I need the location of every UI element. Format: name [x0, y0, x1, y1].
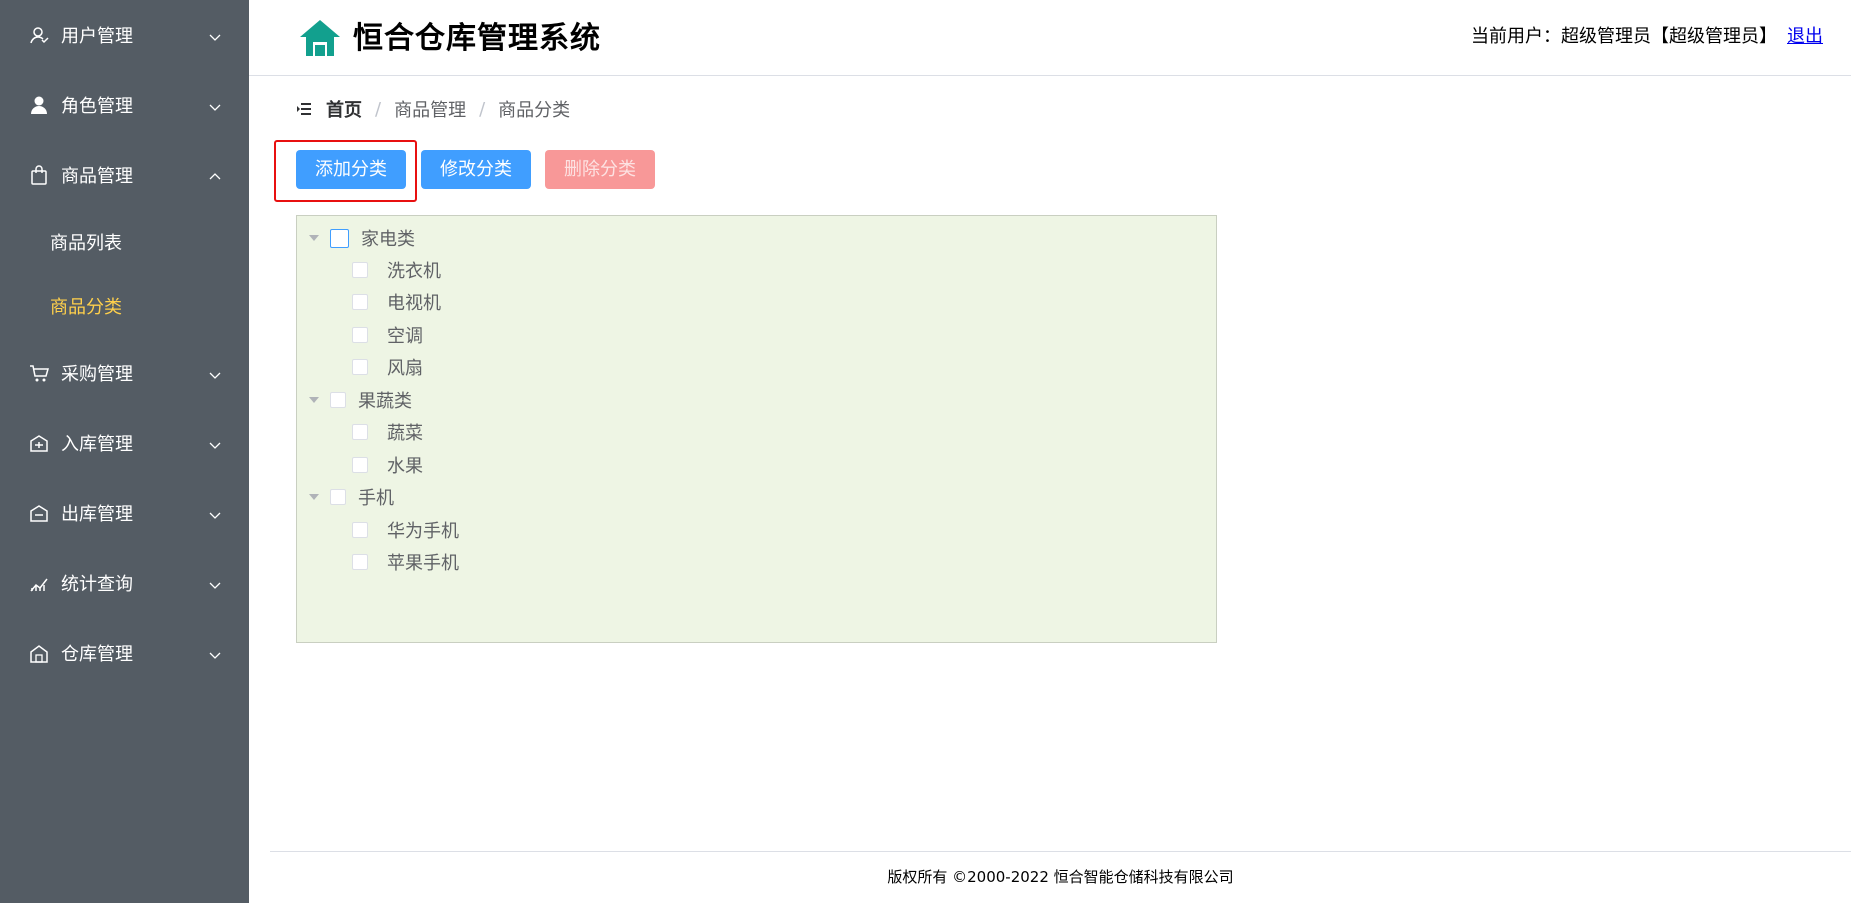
- tree-checkbox[interactable]: [352, 294, 368, 310]
- breadcrumb: 首页 / 商品管理 / 商品分类: [296, 96, 570, 122]
- person-icon: [29, 95, 49, 115]
- tree-checkbox[interactable]: [352, 359, 368, 375]
- sidebar-item-user-management[interactable]: 用户管理: [0, 0, 249, 70]
- tree-node-leaf[interactable]: 水果: [352, 452, 423, 478]
- footer-divider: [270, 851, 1851, 852]
- tree-node-label: 空调: [387, 326, 423, 347]
- sidebar-item-stock-in-management[interactable]: 入库管理: [0, 408, 249, 478]
- delete-category-button[interactable]: 删除分类: [545, 150, 655, 189]
- sidebar-item-warehouse-management[interactable]: 仓库管理: [0, 618, 249, 688]
- chevron-up-icon: [208, 168, 222, 182]
- tree-checkbox[interactable]: [352, 522, 368, 538]
- chevron-down-icon: [208, 646, 222, 660]
- logout-link[interactable]: 退出: [1787, 26, 1823, 47]
- tree-checkbox[interactable]: [330, 228, 349, 248]
- breadcrumb-separator: /: [479, 98, 486, 120]
- tree-node-group[interactable]: 果蔬类: [309, 387, 412, 413]
- menu-fold-icon[interactable]: [296, 102, 312, 116]
- tree-node-label: 电视机: [387, 293, 441, 314]
- tree-node-leaf[interactable]: 苹果手机: [352, 549, 459, 575]
- tree-checkbox[interactable]: [330, 392, 346, 408]
- tree-checkbox[interactable]: [352, 424, 368, 440]
- sidebar-item-label: 角色管理: [61, 96, 133, 117]
- tree-checkbox[interactable]: [352, 457, 368, 473]
- sidebar-item-role-management[interactable]: 角色管理: [0, 70, 249, 140]
- tree-node-label: 果蔬类: [358, 391, 412, 412]
- sidebar-item-label: 入库管理: [61, 434, 133, 455]
- chevron-down-icon: [208, 576, 222, 590]
- category-tree: 家电类 洗衣机 电视机 空调 风扇 果蔬类 蔬菜 水果 手机 华为手机 苹果手机: [296, 215, 1217, 643]
- tree-node-group[interactable]: 手机: [309, 484, 394, 510]
- sidebar-item-label: 出库管理: [61, 504, 133, 525]
- sidebar-item-label: 统计查询: [61, 574, 133, 595]
- cart-icon: [29, 363, 49, 383]
- tree-checkbox[interactable]: [330, 489, 346, 505]
- breadcrumb-current: 商品分类: [498, 100, 571, 121]
- breadcrumb-separator: /: [375, 98, 382, 120]
- tree-node-leaf[interactable]: 蔬菜: [352, 419, 423, 445]
- tree-node-group[interactable]: 家电类: [309, 225, 415, 251]
- sidebar-subitem-label: 商品分类: [50, 297, 122, 318]
- edit-category-button[interactable]: 修改分类: [421, 150, 531, 189]
- header: 恒合仓库管理系统 当前用户：超级管理员【超级管理员】 退出: [249, 0, 1851, 76]
- chevron-down-icon: [208, 506, 222, 520]
- breadcrumb-product-management[interactable]: 商品管理: [394, 96, 466, 122]
- footer-copyright: 版权所有 ©2000-2022 恒合智能仓储科技有限公司: [887, 868, 1234, 886]
- tree-node-leaf[interactable]: 电视机: [352, 289, 441, 315]
- caret-down-icon[interactable]: [309, 397, 319, 403]
- chevron-down-icon: [208, 366, 222, 380]
- breadcrumb-home[interactable]: 首页: [326, 96, 362, 122]
- sidebar-item-purchase-management[interactable]: 采购管理: [0, 338, 249, 408]
- tree-node-label: 水果: [387, 456, 423, 477]
- sidebar-item-stock-out-management[interactable]: 出库管理: [0, 478, 249, 548]
- current-user-text: 当前用户：超级管理员【超级管理员】: [1471, 26, 1777, 47]
- tree-node-leaf[interactable]: 华为手机: [352, 517, 459, 543]
- tree-node-label: 华为手机: [387, 521, 459, 542]
- sidebar-item-label: 采购管理: [61, 364, 133, 385]
- user-info: 当前用户：超级管理员【超级管理员】 退出: [1471, 24, 1823, 50]
- sidebar-item-label: 仓库管理: [61, 644, 133, 665]
- user-icon: [29, 25, 49, 45]
- warehouse-icon: [29, 643, 49, 663]
- tree-node-label: 洗衣机: [387, 261, 441, 282]
- tree-node-label: 风扇: [387, 358, 423, 379]
- sidebar-item-label: 商品管理: [61, 166, 133, 187]
- sidebar-item-product-management[interactable]: 商品管理: [0, 140, 249, 210]
- sidebar: 用户管理 角色管理 商品管理 商品列表 商品分类 采购管理 入库管理 出库管理 …: [0, 0, 249, 903]
- stock-in-icon: [29, 433, 49, 453]
- caret-down-icon[interactable]: [309, 235, 319, 241]
- tree-node-label: 家电类: [361, 229, 415, 250]
- app-title: 恒合仓库管理系统: [353, 21, 601, 56]
- add-category-button[interactable]: 添加分类: [296, 150, 406, 189]
- tree-node-label: 苹果手机: [387, 553, 459, 574]
- tree-checkbox[interactable]: [352, 554, 368, 570]
- tree-node-label: 手机: [358, 488, 394, 509]
- bag-icon: [29, 165, 49, 185]
- home-logo-icon: [300, 20, 340, 56]
- trend-chart-icon: [29, 573, 49, 593]
- tree-checkbox[interactable]: [352, 262, 368, 278]
- sidebar-subitem-product-category[interactable]: 商品分类: [0, 274, 249, 338]
- chevron-down-icon: [208, 28, 222, 42]
- tree-node-leaf[interactable]: 风扇: [352, 354, 423, 380]
- sidebar-item-label: 用户管理: [61, 26, 133, 47]
- caret-down-icon[interactable]: [309, 494, 319, 500]
- tree-node-leaf[interactable]: 洗衣机: [352, 257, 441, 283]
- tree-checkbox[interactable]: [352, 327, 368, 343]
- sidebar-subitem-label: 商品列表: [50, 233, 122, 254]
- tree-node-label: 蔬菜: [387, 423, 423, 444]
- stock-out-icon: [29, 503, 49, 523]
- tree-node-leaf[interactable]: 空调: [352, 322, 423, 348]
- sidebar-item-statistics-query[interactable]: 统计查询: [0, 548, 249, 618]
- chevron-down-icon: [208, 98, 222, 112]
- sidebar-subitem-product-list[interactable]: 商品列表: [0, 210, 249, 274]
- chevron-down-icon: [208, 436, 222, 450]
